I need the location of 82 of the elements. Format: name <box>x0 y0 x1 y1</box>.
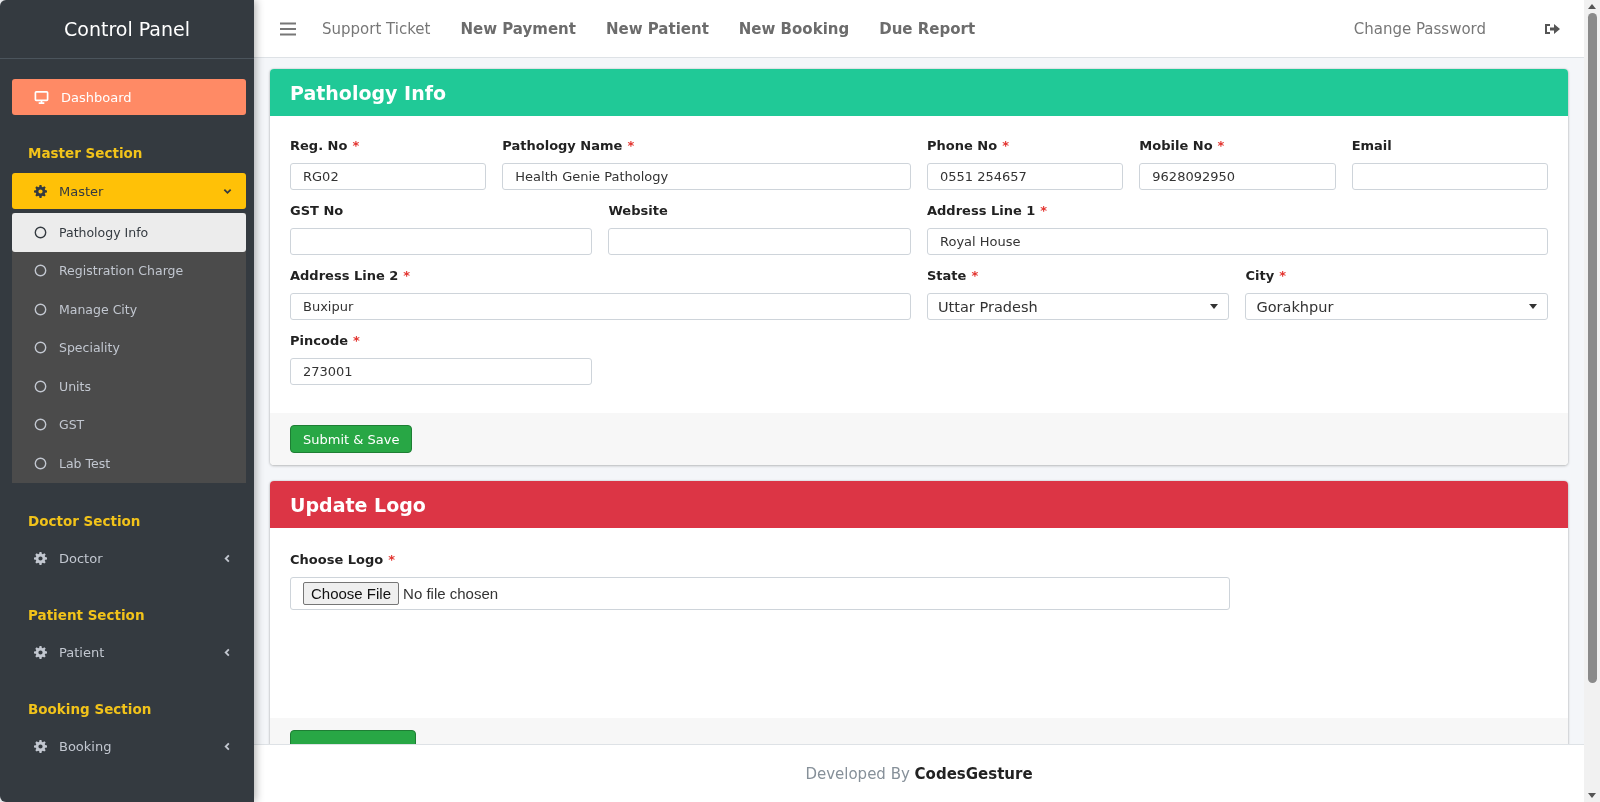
circle-icon <box>34 302 47 316</box>
input-field[interactable]: 9628092950 <box>1139 163 1336 190</box>
required-mark: * <box>352 138 360 153</box>
chevron-left-icon <box>223 648 232 657</box>
submenu-item[interactable]: GST <box>12 405 246 444</box>
section-heading: Patient Section <box>27 606 146 623</box>
section-heading: Booking Section <box>27 700 153 717</box>
gear-icon <box>34 740 47 753</box>
field-label: Pincode <box>290 333 348 348</box>
field-label: Choose Logo <box>290 552 384 567</box>
circle-icon <box>34 225 47 239</box>
input-field[interactable]: 0551 254657 <box>927 163 1124 190</box>
circle-icon <box>34 341 47 355</box>
nav-link[interactable]: Due Report <box>879 19 976 38</box>
field-label: Website <box>608 203 668 218</box>
field-label: State <box>927 268 967 283</box>
chevron-left-icon <box>223 554 232 563</box>
submenu-item[interactable]: Registration Charge <box>12 251 246 290</box>
input-field[interactable]: Buxipur <box>290 293 911 320</box>
field-label: Phone No <box>927 138 998 153</box>
dropdown-icon <box>1210 304 1219 309</box>
required-mark: * <box>1217 138 1225 153</box>
menu-item[interactable]: Doctor <box>12 540 246 577</box>
submenu-item[interactable]: Speciality <box>12 328 246 367</box>
field-label: Mobile No <box>1139 138 1213 153</box>
field-label: Reg. No <box>290 138 348 153</box>
file-status: No file chosen <box>403 585 499 602</box>
required-mark: * <box>353 333 360 348</box>
required-mark: * <box>627 138 635 153</box>
nav-link[interactable]: Support Ticket <box>322 19 431 38</box>
input-field[interactable]: 273001 <box>290 358 593 385</box>
section-heading: Doctor Section <box>27 512 142 529</box>
select-field[interactable]: Uttar Pradesh <box>927 293 1230 320</box>
scroll-up-icon[interactable] <box>1588 4 1596 9</box>
field-label: Address Line 2 <box>290 268 399 283</box>
field-label: GST No <box>290 203 344 218</box>
gear-icon <box>34 646 47 659</box>
section-heading: Master Section <box>27 145 144 161</box>
circle-icon <box>34 264 47 278</box>
field-label: City <box>1245 268 1275 283</box>
card-title: Pathology Info <box>290 81 446 104</box>
gear-icon <box>34 552 47 565</box>
input-field[interactable] <box>608 228 911 255</box>
submenu-item[interactable]: Pathology Info <box>12 213 246 252</box>
monitor-icon <box>34 89 49 105</box>
change-password-link[interactable]: Change Password <box>1353 19 1486 38</box>
scrollbar[interactable] <box>1584 0 1600 802</box>
circle-icon <box>34 379 47 393</box>
input-field[interactable] <box>1351 163 1548 190</box>
menu-item[interactable]: Patient <box>12 634 246 671</box>
input-field[interactable]: Royal House <box>927 228 1548 255</box>
required-mark: * <box>971 268 979 283</box>
file-input[interactable]: Choose File No file chosen <box>290 577 1230 610</box>
card-title: Update Logo <box>290 493 426 516</box>
chevron-left-icon <box>223 742 232 751</box>
input-field[interactable]: Health Genie Pathology <box>502 163 911 190</box>
dropdown-icon <box>1529 304 1537 309</box>
submenu-item[interactable]: Lab Test <box>12 444 246 483</box>
required-mark: * <box>403 268 411 283</box>
nav-link[interactable]: New Payment <box>460 19 576 38</box>
required-mark: * <box>388 552 395 567</box>
menu-item[interactable]: Master <box>12 173 246 209</box>
nav-link[interactable]: New Patient <box>605 19 709 38</box>
select-field[interactable]: Gorakhpur <box>1245 293 1548 320</box>
nav-link[interactable]: New Booking <box>738 19 850 38</box>
input-field[interactable]: RG02 <box>290 163 487 190</box>
input-field[interactable] <box>290 228 593 255</box>
gear-icon <box>34 184 47 198</box>
choose-file-button[interactable]: Choose File <box>303 582 400 605</box>
required-mark: * <box>1040 203 1048 218</box>
required-mark: * <box>1002 138 1009 153</box>
footer-credit: Developed By CodesGesture <box>805 764 1033 783</box>
required-mark: * <box>1279 268 1286 283</box>
submenu-item[interactable]: Manage City <box>12 290 246 329</box>
field-label: Pathology Name <box>502 138 623 153</box>
submenu-item[interactable]: Units <box>12 367 246 406</box>
circle-icon <box>34 418 47 432</box>
circle-icon <box>34 456 47 470</box>
menu-item[interactable]: Booking <box>12 728 246 765</box>
field-label: Address Line 1 <box>927 203 1036 218</box>
field-label: Email <box>1351 138 1392 153</box>
scroll-down-icon[interactable] <box>1588 793 1596 798</box>
